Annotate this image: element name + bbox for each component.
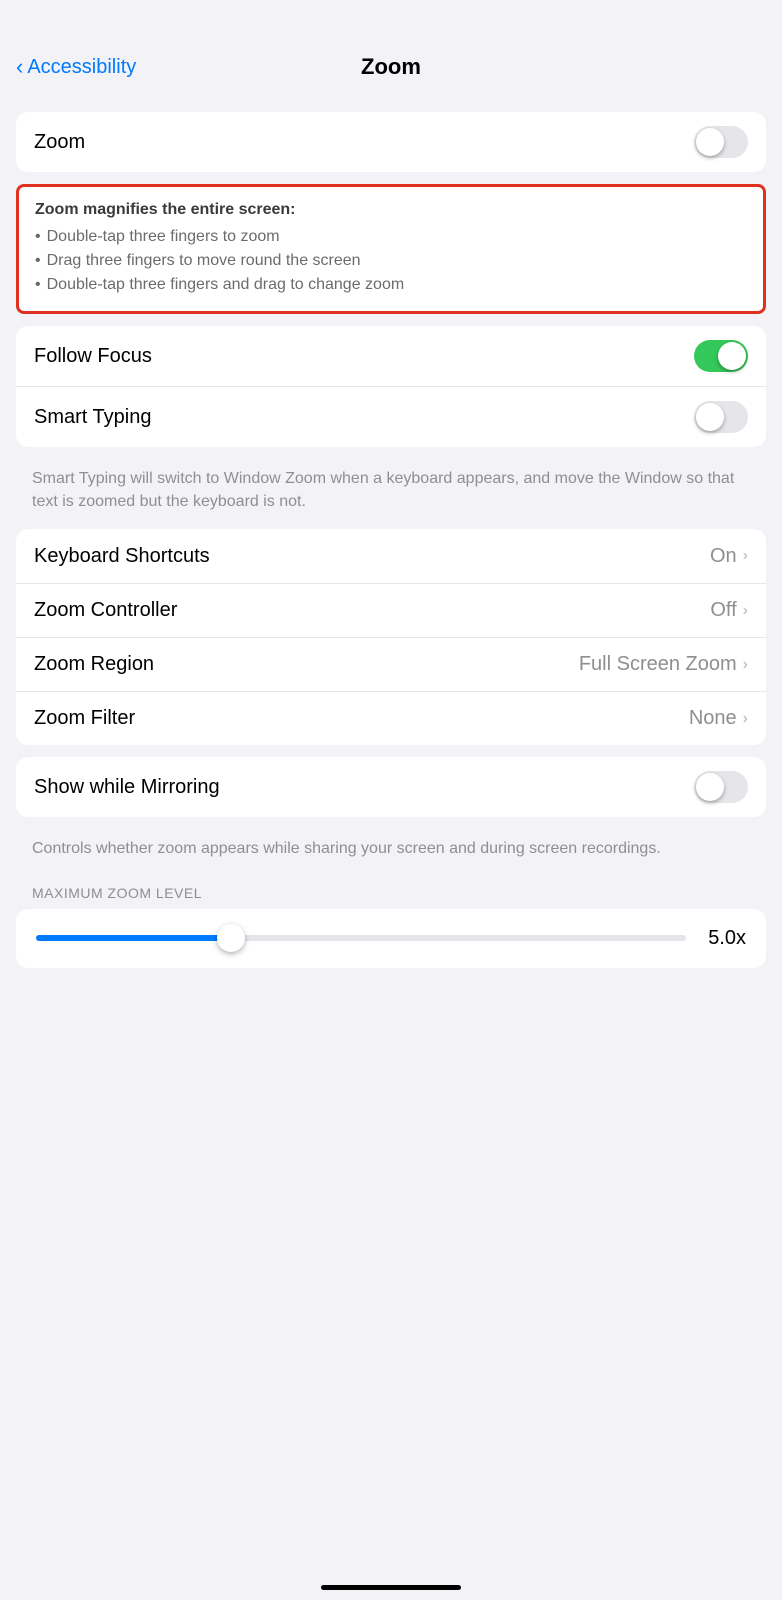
info-box-item-1: Double-tap three fingers to zoom [35,225,747,249]
zoom-label: Zoom [34,131,85,154]
zoom-filter-value-text: None [689,707,737,730]
zoom-region-value: Full Screen Zoom › [579,653,748,676]
zoom-level-slider-card: 5.0x [16,909,766,968]
zoom-controller-value: Off › [710,599,748,622]
zoom-toggle-knob [696,128,724,156]
keyboard-shortcuts-value: On › [710,545,748,568]
zoom-filter-value: None › [689,707,748,730]
follow-focus-toggle[interactable] [694,340,748,372]
info-box-title: Zoom magnifies the entire screen: [35,201,747,219]
zoom-controller-label: Zoom Controller [34,599,177,622]
smart-typing-row: Smart Typing [16,386,766,447]
zoom-row: Zoom [16,112,766,172]
follow-focus-label: Follow Focus [34,345,152,368]
zoom-region-chevron-icon: › [743,656,748,674]
info-box-item-3: Double-tap three fingers and drag to cha… [35,273,747,297]
smart-typing-label: Smart Typing [34,406,151,429]
smart-typing-description: Smart Typing will switch to Window Zoom … [0,459,782,529]
back-button[interactable]: ‹ Accessibility [16,56,136,79]
focus-typing-card: Follow Focus Smart Typing [16,326,766,447]
smart-typing-toggle[interactable] [694,401,748,433]
mirroring-card: Show while Mirroring [16,757,766,817]
keyboard-shortcuts-label: Keyboard Shortcuts [34,545,210,568]
content: Zoom Zoom magnifies the entire screen: D… [0,96,782,996]
keyboard-shortcuts-chevron-icon: › [743,547,748,565]
zoom-toggle[interactable] [694,126,748,158]
zoom-region-row[interactable]: Zoom Region Full Screen Zoom › [16,637,766,691]
slider-thumb[interactable] [217,924,245,952]
back-label: Accessibility [27,56,136,79]
zoom-info-box: Zoom magnifies the entire screen: Double… [16,184,766,314]
keyboard-shortcuts-row[interactable]: Keyboard Shortcuts On › [16,529,766,583]
header: ‹ Accessibility Zoom [0,0,782,96]
zoom-card: Zoom [16,112,766,172]
zoom-filter-chevron-icon: › [743,710,748,728]
back-chevron-icon: ‹ [16,56,23,78]
slider-value: 5.0x [702,927,746,950]
keyboard-shortcuts-value-text: On [710,545,737,568]
mirroring-row: Show while Mirroring [16,757,766,817]
follow-focus-row: Follow Focus [16,326,766,386]
home-indicator [321,1585,461,1590]
slider-fill [36,935,231,941]
mirroring-label: Show while Mirroring [34,776,220,799]
zoom-controller-value-text: Off [710,599,736,622]
zoom-region-value-text: Full Screen Zoom [579,653,737,676]
zoom-region-label: Zoom Region [34,653,154,676]
zoom-filter-row[interactable]: Zoom Filter None › [16,691,766,745]
mirroring-toggle[interactable] [694,771,748,803]
smart-typing-toggle-knob [696,403,724,431]
mirroring-description: Controls whether zoom appears while shar… [0,829,782,876]
zoom-level-section-label: MAXIMUM ZOOM LEVEL [0,877,782,909]
slider-track [36,935,686,941]
page-title: Zoom [361,54,421,80]
info-box-item-2: Drag three fingers to move round the scr… [35,249,747,273]
zoom-controller-chevron-icon: › [743,602,748,620]
follow-focus-toggle-knob [718,342,746,370]
zoom-filter-label: Zoom Filter [34,707,135,730]
settings-card: Keyboard Shortcuts On › Zoom Controller … [16,529,766,745]
zoom-controller-row[interactable]: Zoom Controller Off › [16,583,766,637]
mirroring-toggle-knob [696,773,724,801]
